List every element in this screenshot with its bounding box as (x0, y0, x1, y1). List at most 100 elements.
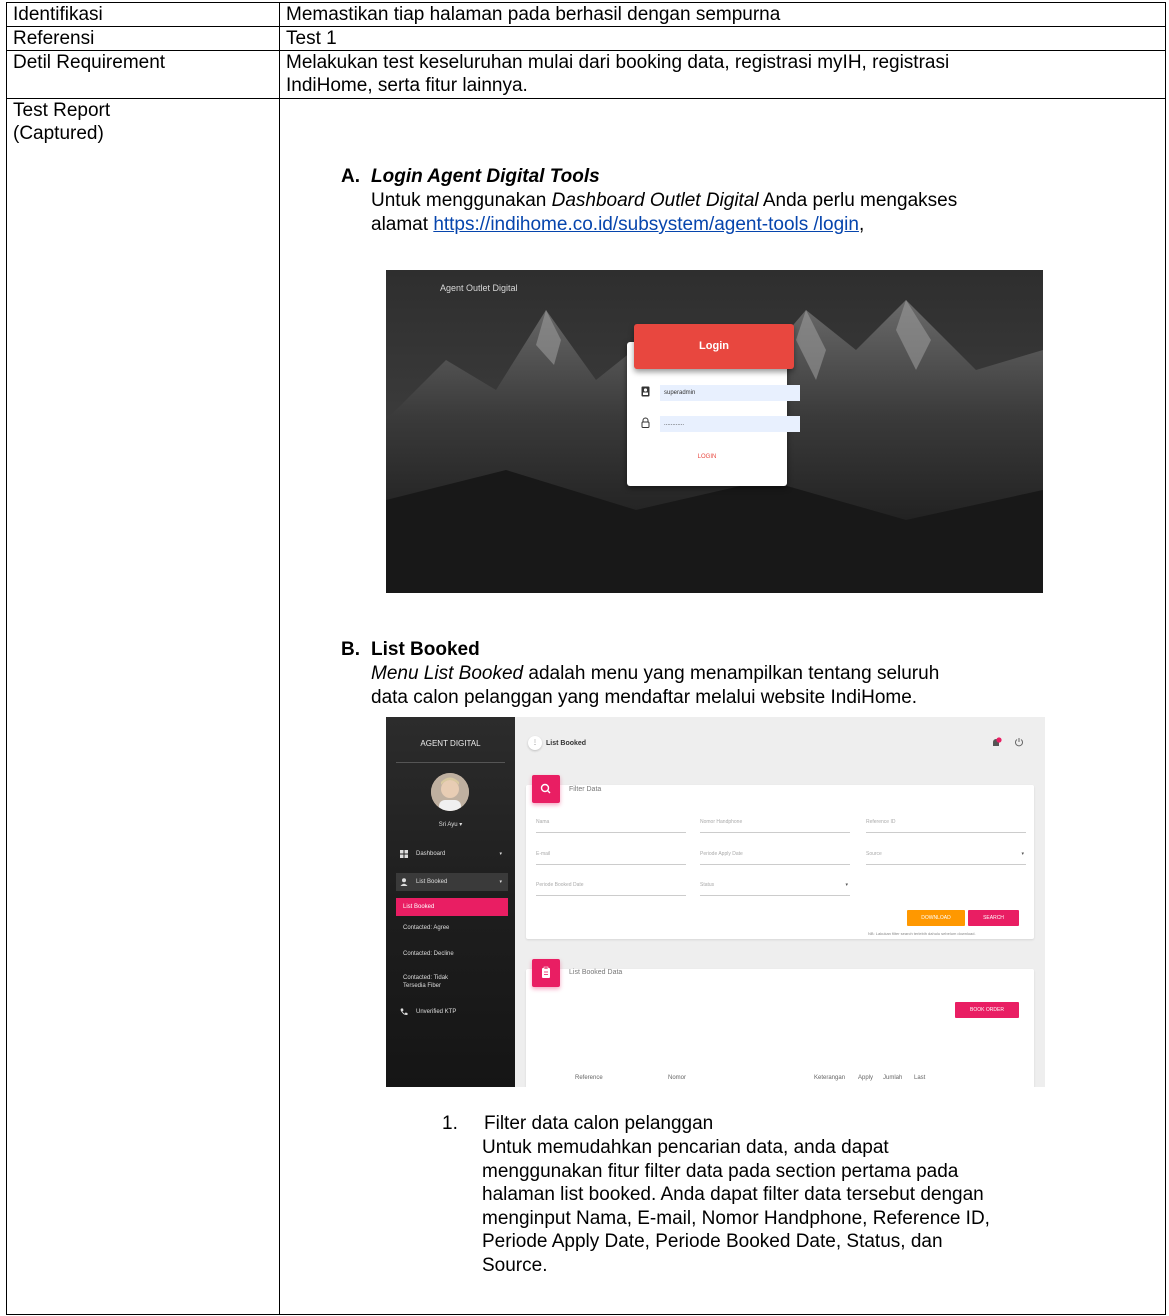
sidebar-subitem-contacted-decline[interactable]: Contacted: Decline (396, 950, 508, 958)
column-header-reference: Reference (575, 1075, 603, 1081)
section-a-number: A. (341, 166, 360, 187)
source-select-label: Source (866, 851, 882, 857)
dropdown-arrow-icon: ▾ (845, 882, 848, 888)
column-header-nomor: Nomor (668, 1075, 687, 1081)
section-a-line-1: Untuk menggunakan Dashboard Outlet Digit… (371, 189, 957, 213)
sidebar: AGENT DIGITAL Sri Ayu ▾ Dashboard ▾ List… (386, 717, 515, 1087)
search-button[interactable]: SEARCH (968, 910, 1019, 926)
section-b-line1-italic: Menu List Booked (371, 663, 524, 684)
login-button[interactable]: LOGIN (627, 454, 787, 460)
status-select[interactable]: Status ▾ (700, 882, 850, 896)
sidebar-item-label: Dashboard (416, 851, 446, 857)
login-url-link[interactable]: https://indihome.co.id/subsystem/agent-t… (433, 214, 859, 235)
periode-apply-date-input[interactable]: Periode Apply Date (700, 851, 850, 865)
value-referensi: Test 1 (279, 26, 1166, 51)
sidebar-item-dashboard[interactable]: Dashboard ▾ (396, 845, 508, 863)
filter-card-badge (532, 775, 560, 803)
page-title: List Booked (546, 740, 587, 747)
list-item-line: Source. (482, 1254, 548, 1276)
sidebar-subitem-line-2: Tersedia Fiber (403, 983, 442, 989)
list-card-title: List Booked Data (569, 969, 623, 976)
book-order-button[interactable]: BOOK ORDER (955, 1002, 1019, 1018)
login-header: Login (634, 324, 794, 369)
list-item-line: menginput Nama, E-mail, Nomor Handphone,… (482, 1207, 990, 1229)
section-a-line1-suffix: Anda perlu mengakses (758, 190, 958, 211)
list-card-badge (532, 959, 560, 987)
login-brand: Agent Outlet Digital (440, 283, 518, 293)
phone-icon (400, 1008, 408, 1016)
list-booked-screenshot: AGENT DIGITAL Sri Ayu ▾ Dashboard ▾ List… (386, 717, 1045, 1087)
menu-toggle-button[interactable]: ⋮ (528, 736, 542, 750)
detil-line-2: IndiHome, serta fitur lainnya. (286, 75, 528, 96)
detil-line-1: Melakukan test keseluruhan mulai dari bo… (286, 52, 950, 73)
list-item-line: menggunakan fitur filter data pada secti… (482, 1160, 959, 1182)
power-icon[interactable] (1014, 737, 1024, 747)
section-a-line1-italic: Dashboard Outlet Digital (551, 190, 759, 211)
section-a-title: Login Agent Digital Tools (371, 166, 600, 187)
chevron-down-icon: ▾ (459, 822, 463, 828)
test-report-line-1: Test Report (13, 100, 111, 121)
test-report-line-2: (Captured) (13, 123, 104, 144)
section-b-number: B. (341, 639, 360, 660)
sidebar-item-label: Unverified KTP (416, 1009, 457, 1015)
list-card (526, 969, 1034, 1087)
list-item-line: Untuk memudahkan pencarian data, anda da… (482, 1137, 889, 1158)
status-select-label: Status (700, 882, 715, 888)
caret-icon: ▾ (499, 879, 502, 885)
sidebar-subitem-list-booked[interactable]: List Booked (396, 898, 508, 916)
dropdown-arrow-icon: ▾ (1021, 851, 1024, 857)
section-a-line2-prefix: alamat (371, 214, 434, 235)
nomor-handphone-input[interactable]: Nomor Handphone (700, 819, 850, 833)
person-icon (400, 878, 408, 886)
email-input[interactable]: E-mail (536, 851, 686, 865)
username-field[interactable]: superadmin (660, 385, 800, 401)
password-field[interactable]: ............ (660, 416, 800, 432)
notification-bell-icon[interactable] (990, 737, 1002, 749)
section-a-line1-prefix: Untuk menggunakan (371, 190, 552, 211)
section-a-heading: A. Login Agent Digital Tools (341, 165, 600, 188)
list-item-body: Untuk memudahkan pencarian data, anda da… (482, 1136, 1162, 1277)
section-a-line2-suffix: , (858, 214, 865, 235)
section-a-line-2: alamat https://indihome.co.id/subsystem/… (371, 213, 864, 237)
sidebar-item-list-booked[interactable]: List Booked ▾ (396, 873, 508, 891)
download-button[interactable]: DOWNLOAD (907, 910, 965, 926)
sidebar-subitem-contacted-agree[interactable]: Contacted: Agree (396, 924, 508, 932)
sidebar-subitem-line-1: Contacted: Tidak (403, 975, 449, 981)
clipboard-icon (542, 966, 550, 978)
section-b-heading: B. List Booked (341, 638, 480, 661)
column-header-last: Last (914, 1075, 926, 1081)
column-header-keterangan: Keterangan (814, 1075, 846, 1081)
label-referensi: Referensi (6, 26, 280, 51)
sidebar-user[interactable]: Sri Ayu ▾ (386, 821, 515, 828)
filter-card-title: Filter Data (569, 786, 602, 793)
sidebar-brand: AGENT DIGITAL (420, 739, 481, 748)
sidebar-item-unverified-ktp[interactable]: Unverified KTP (396, 1003, 508, 1021)
search-icon (540, 783, 551, 794)
column-header-apply: Apply (858, 1075, 874, 1081)
label-detil-requirement: Detil Requirement (6, 50, 280, 99)
user-badge-icon (641, 386, 650, 397)
dashboard-icon (400, 850, 408, 858)
caret-icon: ▾ (499, 851, 502, 857)
lock-icon (641, 417, 650, 428)
label-test-report: Test Report (Captured) (6, 98, 280, 1315)
column-header-jumlah: Jumlah (883, 1075, 903, 1081)
section-b-title: List Booked (371, 639, 480, 660)
list-item-title: Filter data calon pelanggan (484, 1113, 714, 1134)
section-b-line-1: Menu List Booked adalah menu yang menamp… (371, 662, 939, 686)
sidebar-subitem-tidak-tersedia[interactable]: Contacted: Tidak Tersedia Fiber (396, 974, 508, 990)
section-b-line1-suffix: adalah menu yang menampilkan tentang sel… (523, 663, 940, 684)
nama-input[interactable]: Nama (536, 819, 686, 833)
reference-id-input[interactable]: Reference ID (866, 819, 1026, 833)
source-select[interactable]: Source ▾ (866, 851, 1026, 865)
label-identifikasi: Identifikasi (6, 2, 280, 27)
avatar-image (431, 773, 469, 811)
value-detil-requirement: Melakukan test keseluruhan mulai dari bo… (279, 50, 1166, 99)
avatar[interactable] (431, 773, 469, 811)
login-screenshot: Agent Outlet Digital superadmin ........… (386, 270, 1043, 593)
download-note: NB: Lakukan filter search terlebih dahul… (868, 931, 976, 936)
periode-booked-date-input[interactable]: Periode Booked Date (536, 882, 686, 896)
value-identifikasi: Memastikan tiap halaman pada berhasil de… (279, 2, 1166, 27)
list-item-line: Periode Apply Date, Periode Booked Date,… (482, 1231, 943, 1252)
list-item-line: halaman list booked. Anda dapat filter d… (482, 1184, 984, 1205)
